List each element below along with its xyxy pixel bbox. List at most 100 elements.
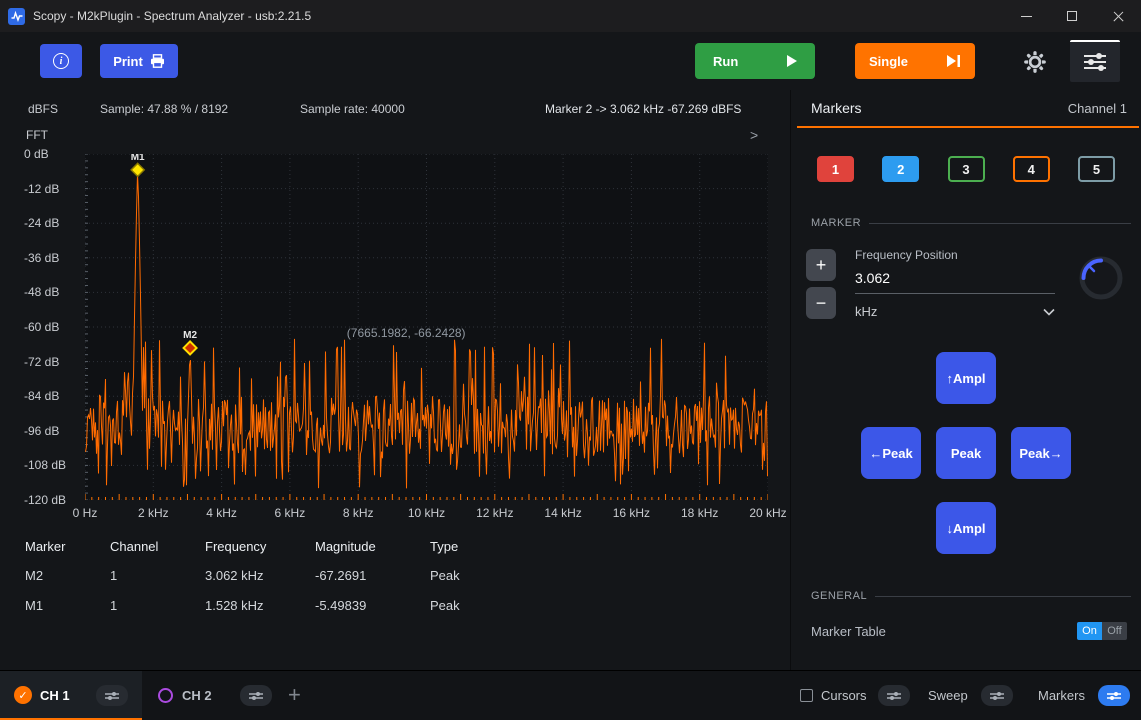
x-axis-tick-label: 18 kHz	[681, 506, 718, 520]
marker-table-row[interactable]: M213.062 kHz-67.2691Peak	[25, 560, 765, 590]
sweep-settings-button[interactable]	[981, 685, 1013, 706]
y-axis-units-label: dBFS	[28, 102, 58, 116]
sliders-icon	[1106, 691, 1122, 701]
panel-toggle-button[interactable]	[1070, 40, 1120, 82]
bottom-bar: ✓ CH 1 CH 2 + Cursors Sw	[0, 670, 1141, 720]
markers-label: Markers	[1038, 688, 1085, 703]
run-button[interactable]: Run	[695, 43, 815, 79]
spectrum-plot-svg: (7665.1982, -66.2428)M1M2	[85, 154, 768, 500]
minimize-button[interactable]	[1003, 0, 1049, 32]
sliders-icon	[1082, 52, 1108, 72]
marker-table-toggle: On Off	[1077, 622, 1127, 640]
printer-icon	[150, 54, 165, 68]
y-axis-tick-label: -120 dB	[24, 493, 66, 507]
marker-select-button-1[interactable]: 1	[817, 156, 854, 182]
y-axis-tick-label: -36 dB	[24, 251, 59, 265]
marker-table-row[interactable]: M111.528 kHz-5.49839Peak	[25, 590, 765, 620]
marker-table-header-cell: Type	[430, 539, 500, 554]
y-axis-tick-label: -24 dB	[24, 216, 59, 230]
panel-title: Markers	[811, 100, 862, 116]
toggle-off-button[interactable]: Off	[1102, 622, 1127, 640]
general-section-header: GENERAL	[811, 590, 1131, 602]
marker-select-button-5[interactable]: 5	[1078, 156, 1115, 182]
close-button[interactable]	[1095, 0, 1141, 32]
markers-panel: Markers Channel 1 1 2 3 4 5 MARKER + − Frequ…	[790, 90, 1141, 670]
marker-table-cell: Peak	[430, 598, 500, 613]
x-axis-tick-label: 14 kHz	[544, 506, 581, 520]
y-axis-tick-label: -60 dB	[24, 320, 59, 334]
y-axis-tick-label: 0 dB	[24, 147, 49, 161]
panel-accent-rule	[797, 126, 1139, 128]
marker-table-cell: 1	[110, 598, 205, 613]
frequency-decrement-button[interactable]: −	[806, 287, 836, 319]
frequency-increment-button[interactable]: +	[806, 249, 836, 281]
minimize-icon	[1021, 16, 1032, 17]
channel-2-settings-button[interactable]	[240, 685, 272, 706]
gear-icon	[1022, 49, 1048, 75]
marker-readout-label: Marker 2 -> 3.062 kHz -67.269 dBFS	[545, 102, 741, 116]
window-controls	[1003, 0, 1141, 32]
x-axis-tick-label: 8 kHz	[343, 506, 374, 520]
window-title: Scopy - M2kPlugin - Spectrum Analyzer - …	[33, 9, 311, 23]
marker-label-M1: M1	[131, 154, 145, 163]
frequency-position-label: Frequency Position	[855, 248, 958, 262]
marker-select-button-2[interactable]: 2	[882, 156, 919, 182]
channel-1-settings-button[interactable]	[96, 685, 128, 706]
channel-1-tab[interactable]: ✓ CH 1	[0, 671, 142, 720]
x-axis-tick-label: 2 kHz	[138, 506, 169, 520]
marker-select-button-3[interactable]: 3	[948, 156, 985, 182]
y-axis-labels: 0 dB-12 dB-24 dB-36 dB-48 dB-60 dB-72 dB…	[24, 154, 82, 500]
titlebar[interactable]: Scopy - M2kPlugin - Spectrum Analyzer - …	[0, 0, 1141, 32]
marker-select-button-4[interactable]: 4	[1013, 156, 1050, 182]
y-axis-tick-label: -72 dB	[24, 355, 59, 369]
cursors-label: Cursors	[821, 688, 867, 703]
marker-table-cell: M1	[25, 598, 110, 613]
info-button[interactable]: i	[40, 44, 82, 78]
x-axis-tick-label: 0 Hz	[73, 506, 98, 520]
spectrum-plot[interactable]: (7665.1982, -66.2428)M1M2	[85, 154, 768, 500]
sample-status-label: Sample: 47.88 % / 8192	[100, 102, 228, 116]
frequency-value-input[interactable]: 3.062	[855, 270, 1055, 294]
print-button[interactable]: Print	[100, 44, 178, 78]
single-button[interactable]: Single	[855, 43, 975, 79]
channel-2-label[interactable]: CH 2	[182, 688, 212, 703]
marker-table-cell: 1	[110, 568, 205, 583]
play-icon	[787, 55, 797, 67]
x-axis-tick-label: 4 kHz	[206, 506, 237, 520]
marker-section-header: MARKER	[811, 217, 1131, 229]
markers-settings-button[interactable]	[1098, 685, 1130, 706]
single-button-label: Single	[869, 54, 908, 69]
marker-table-header-cell: Frequency	[205, 539, 315, 554]
channel-2-disabled-icon[interactable]	[158, 688, 173, 703]
add-channel-button[interactable]: +	[288, 682, 301, 708]
marker-table-cell: 1.528 kHz	[205, 598, 315, 613]
x-axis-tick-label: 6 kHz	[275, 506, 306, 520]
frequency-knob[interactable]	[1077, 254, 1125, 302]
marker-table-cell: -67.2691	[315, 568, 430, 583]
channel-1-enabled-icon[interactable]: ✓	[14, 686, 32, 704]
cursors-settings-button[interactable]	[878, 685, 910, 706]
toolbar: i Print Run Single	[0, 32, 1141, 90]
peak-button[interactable]: Peak	[936, 427, 996, 479]
toggle-on-button[interactable]: On	[1077, 622, 1102, 640]
y-axis-tick-label: -96 dB	[24, 424, 59, 438]
amplitude-down-button[interactable]: ↓Ampl	[936, 502, 996, 554]
peak-left-button[interactable]: ←Peak	[861, 427, 921, 479]
marker-section-label: MARKER	[811, 217, 861, 229]
cursors-checkbox[interactable]	[800, 689, 813, 702]
scopy-logo-icon	[8, 8, 25, 25]
maximize-button[interactable]	[1049, 0, 1095, 32]
marker-table-toggle-label: Marker Table	[811, 624, 886, 639]
spectrum-chart-region: dBFS Sample: 47.88 % / 8192 Sample rate:…	[0, 90, 790, 670]
peak-right-button[interactable]: Peak→	[1011, 427, 1071, 479]
frequency-unit-dropdown[interactable]: kHz	[855, 304, 1055, 319]
x-axis-tick-label: 12 kHz	[476, 506, 513, 520]
sliders-icon	[886, 691, 902, 701]
amplitude-up-button[interactable]: ↑Ampl	[936, 352, 996, 404]
run-button-label: Run	[713, 54, 738, 69]
play-to-end-icon	[946, 54, 961, 68]
chevron-right-icon[interactable]: >	[750, 127, 758, 143]
marker-table-header-cell: Channel	[110, 539, 205, 554]
settings-gear-button[interactable]	[1022, 49, 1048, 75]
panel-channel-label: Channel 1	[1068, 101, 1127, 116]
